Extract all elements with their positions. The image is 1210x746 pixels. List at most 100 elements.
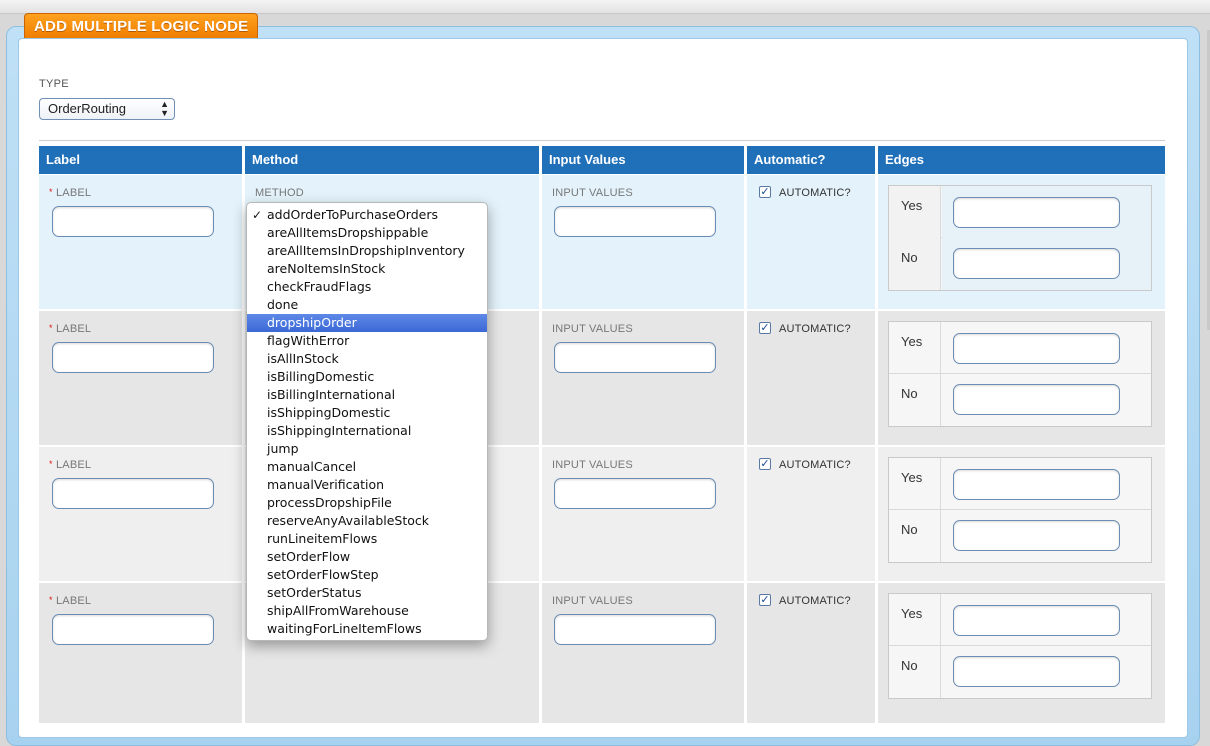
- label-input[interactable]: [52, 342, 214, 373]
- menu-item-is-billing-international[interactable]: isBillingInternational: [247, 386, 487, 404]
- menu-item-label: areAllItemsDropshippable: [267, 225, 429, 240]
- menu-item-reserve-any-available-stock[interactable]: reserveAnyAvailableStock: [247, 512, 487, 530]
- edge-input[interactable]: [953, 656, 1120, 687]
- edges-box: Yes No: [888, 321, 1152, 427]
- menu-item-is-shipping-domestic[interactable]: isShippingDomestic: [247, 404, 487, 422]
- edge-name: Yes: [889, 594, 941, 646]
- automatic-checkbox[interactable]: ✓: [759, 186, 771, 198]
- input-values-label: INPUT VALUES: [552, 459, 633, 471]
- edge-name: Yes: [889, 458, 941, 510]
- menu-item-is-shipping-international[interactable]: isShippingInternational: [247, 422, 487, 440]
- edge-input[interactable]: [953, 520, 1120, 551]
- edge-row: No: [889, 646, 1151, 698]
- label-cell: * LABEL: [39, 311, 245, 445]
- edge-row: Yes: [889, 322, 1151, 374]
- table-row: * LABEL METHOD INPUT VALUES ✓ AUTOMATIC?…: [39, 175, 1165, 309]
- input-values-input[interactable]: [554, 206, 716, 237]
- edge-name: No: [889, 646, 941, 698]
- edge-name: No: [889, 510, 941, 562]
- automatic-checkbox[interactable]: ✓: [759, 594, 771, 606]
- edge-input[interactable]: [953, 248, 1120, 279]
- menu-item-set-order-flow-step[interactable]: setOrderFlowStep: [247, 566, 487, 584]
- edge-row: Yes: [889, 186, 1151, 238]
- menu-item-label: isBillingDomestic: [267, 369, 375, 384]
- input-values-cell: INPUT VALUES: [542, 447, 747, 581]
- edge-input[interactable]: [953, 384, 1120, 415]
- label-field-text: LABEL: [55, 187, 92, 199]
- label-field-text: LABEL: [55, 323, 92, 335]
- edges-cell: Yes No: [878, 583, 1165, 723]
- input-values-input[interactable]: [554, 614, 716, 645]
- label-field-text: LABEL: [55, 595, 92, 607]
- edge-input[interactable]: [953, 605, 1120, 636]
- label-field-label: * LABEL: [49, 595, 91, 607]
- label-field-label: * LABEL: [49, 459, 91, 471]
- browser-top-strip: [0, 0, 1210, 14]
- menu-item-is-all-in-stock[interactable]: isAllInStock: [247, 350, 487, 368]
- input-values-cell: INPUT VALUES: [542, 311, 747, 445]
- menu-item-are-all-items-in-dropship-inventory[interactable]: areAllItemsInDropshipInventory: [247, 242, 487, 260]
- input-values-label: INPUT VALUES: [552, 187, 633, 199]
- menu-item-label: flagWithError: [267, 333, 350, 348]
- menu-item-set-order-status[interactable]: setOrderStatus: [247, 584, 487, 602]
- edges-box: Yes No: [888, 593, 1152, 699]
- automatic-cell: ✓ AUTOMATIC?: [747, 311, 878, 445]
- menu-item-are-all-items-dropshippable[interactable]: areAllItemsDropshippable: [247, 224, 487, 242]
- automatic-cell: ✓ AUTOMATIC?: [747, 175, 878, 309]
- menu-item-label: dropshipOrder: [267, 315, 357, 330]
- label-field-label: * LABEL: [49, 323, 91, 335]
- menu-item-manual-verification[interactable]: manualVerification: [247, 476, 487, 494]
- menu-item-manual-cancel[interactable]: manualCancel: [247, 458, 487, 476]
- type-select[interactable]: OrderRouting ▲ ▼: [39, 98, 175, 120]
- label-cell: * LABEL: [39, 447, 245, 581]
- edge-input[interactable]: [953, 333, 1120, 364]
- menu-item-are-no-items-in-stock[interactable]: areNoItemsInStock: [247, 260, 487, 278]
- edge-input[interactable]: [953, 469, 1120, 500]
- label-input[interactable]: [52, 614, 214, 645]
- header-method: Method: [245, 146, 542, 174]
- header-input-values: Input Values: [542, 146, 747, 174]
- table-header: Label Method Input Values Automatic? Edg…: [39, 146, 1165, 174]
- menu-item-jump[interactable]: jump: [247, 440, 487, 458]
- input-values-input[interactable]: [554, 478, 716, 509]
- menu-item-label: isShippingDomestic: [267, 405, 391, 420]
- menu-item-label: waitingForLineItemFlows: [267, 621, 422, 636]
- label-input[interactable]: [52, 206, 214, 237]
- menu-item-label: isAllInStock: [267, 351, 339, 366]
- required-marker: *: [49, 323, 53, 333]
- menu-item-label: manualCancel: [267, 459, 357, 474]
- automatic-checkbox[interactable]: ✓: [759, 322, 771, 334]
- automatic-checkbox[interactable]: ✓: [759, 458, 771, 470]
- menu-item-run-lineitem-flows[interactable]: runLineitemFlows: [247, 530, 487, 548]
- input-values-label: INPUT VALUES: [552, 595, 633, 607]
- edges-cell: Yes No: [878, 447, 1165, 581]
- type-label: TYPE: [39, 78, 69, 90]
- menu-item-label: manualVerification: [267, 477, 385, 492]
- menu-item-flag-with-error[interactable]: flagWithError: [247, 332, 487, 350]
- method-dropdown-menu[interactable]: ✓ addOrderToPurchaseOrders areAllItemsDrop…: [246, 202, 488, 641]
- menu-item-dropship-order[interactable]: dropshipOrder: [247, 314, 487, 332]
- automatic-label: AUTOMATIC?: [779, 187, 851, 199]
- menu-item-label: setOrderFlowStep: [267, 567, 379, 582]
- edge-input[interactable]: [953, 197, 1120, 228]
- menu-item-done[interactable]: done: [247, 296, 487, 314]
- label-cell: * LABEL: [39, 583, 245, 723]
- checkmark-icon: ✓: [252, 208, 263, 222]
- menu-item-process-dropship-file[interactable]: processDropshipFile: [247, 494, 487, 512]
- input-values-input[interactable]: [554, 342, 716, 373]
- menu-item-ship-all-from-warehouse[interactable]: shipAllFromWarehouse: [247, 602, 487, 620]
- menu-item-set-order-flow[interactable]: setOrderFlow: [247, 548, 487, 566]
- menu-item-add-order-to-purchase-orders[interactable]: ✓ addOrderToPurchaseOrders: [247, 206, 487, 224]
- header-automatic: Automatic?: [747, 146, 878, 174]
- panel-title-tab: ADD MULTIPLE LOGIC NODE: [24, 13, 259, 38]
- menu-item-waiting-for-line-item-flows[interactable]: waitingForLineItemFlows: [247, 620, 487, 638]
- menu-item-label: areAllItemsInDropshipInventory: [267, 243, 465, 258]
- menu-item-label: reserveAnyAvailableStock: [267, 513, 430, 528]
- menu-item-label: isShippingInternational: [267, 423, 412, 438]
- edge-row: No: [889, 238, 1151, 290]
- label-input[interactable]: [52, 478, 214, 509]
- menu-item-check-fraud-flags[interactable]: checkFraudFlags: [247, 278, 487, 296]
- input-values-cell: INPUT VALUES: [542, 175, 747, 309]
- menu-item-label: processDropshipFile: [267, 495, 392, 510]
- menu-item-is-billing-domestic[interactable]: isBillingDomestic: [247, 368, 487, 386]
